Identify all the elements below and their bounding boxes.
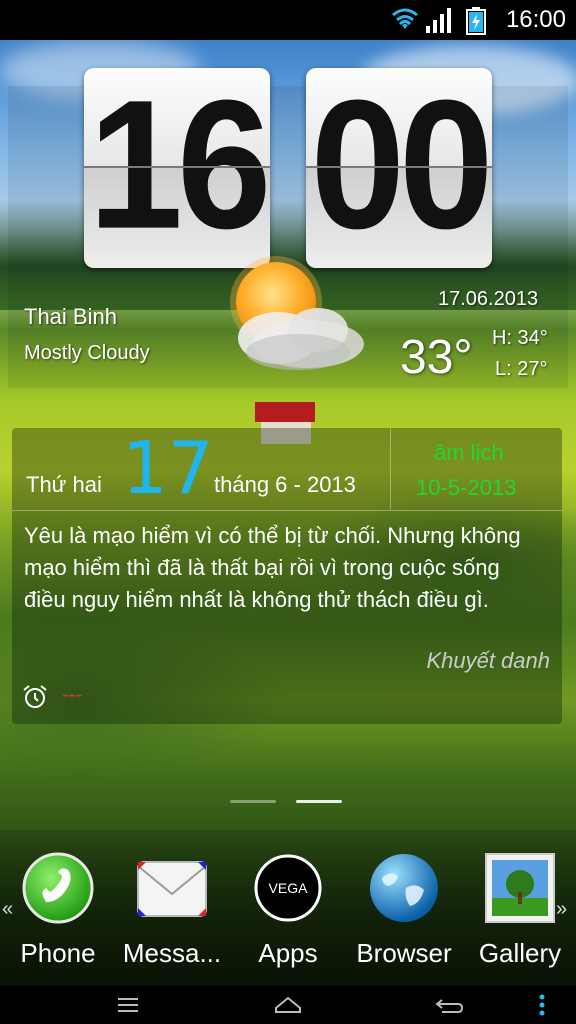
- calendar-day: 17: [122, 426, 214, 510]
- more-options-icon[interactable]: [502, 986, 576, 1024]
- globe-icon: [370, 854, 438, 922]
- dock-app-label: Gallery: [478, 938, 562, 968]
- home-icon[interactable]: [248, 986, 328, 1024]
- lunar-date: 10-5-2013: [416, 475, 517, 500]
- quote-author: Khuyết danh: [426, 648, 550, 673]
- alarm-clock-icon[interactable]: [22, 684, 48, 710]
- dock-app-browser[interactable]: Browser: [346, 852, 462, 978]
- svg-text:VEGA: VEGA: [269, 880, 309, 896]
- gallery-icon: [485, 853, 555, 923]
- lunar-calendar-label: âm lịch: [434, 440, 504, 465]
- calendar-weekday: Thứ hai: [26, 472, 102, 497]
- status-time: 16:00: [505, 6, 566, 33]
- messaging-icon: [137, 861, 207, 917]
- flip-divider: [306, 166, 492, 168]
- weather-date: 17.06.2013: [438, 288, 539, 310]
- signal-icon: [426, 8, 451, 33]
- back-icon[interactable]: [408, 986, 488, 1024]
- quote-text: Yêu là mạo hiểm vì có thể bị từ chối. Nh…: [24, 523, 521, 612]
- menu-icon[interactable]: [88, 986, 168, 1024]
- weather-city: Thai Binh: [24, 304, 117, 329]
- current-temperature: 33°: [400, 331, 473, 384]
- battery-charging-icon: [466, 7, 486, 35]
- divider: [12, 510, 562, 511]
- partly-cloudy-icon[interactable]: [218, 252, 368, 384]
- status-bar[interactable]: 16:00: [0, 0, 576, 40]
- vega-apps-icon: VEGA: [254, 854, 322, 922]
- temperature-low: L: 27°: [495, 358, 548, 380]
- clock-hours-card[interactable]: 16: [84, 68, 270, 268]
- dock-app-apps[interactable]: VEGA Apps: [230, 852, 346, 978]
- page-indicator: [230, 800, 276, 803]
- phone-icon: [22, 852, 94, 924]
- wifi-icon: [392, 8, 418, 29]
- alarm-time: ---: [62, 684, 82, 706]
- clock-hours: 16: [88, 68, 270, 268]
- clock-minutes-card[interactable]: 00: [306, 68, 492, 268]
- weather-condition: Mostly Cloudy: [24, 342, 150, 364]
- navigation-bar: [0, 986, 576, 1024]
- clock-minutes: 00: [310, 68, 492, 268]
- flip-divider: [84, 166, 270, 168]
- dock-app-phone[interactable]: Phone: [0, 852, 116, 978]
- divider: [390, 428, 391, 510]
- dock-app-messaging[interactable]: Messa...: [114, 852, 230, 978]
- calendar-month-year: tháng 6 - 2013: [214, 472, 356, 497]
- dock-app-gallery[interactable]: Gallery: [462, 852, 576, 978]
- temperature-high: H: 34°: [492, 327, 548, 349]
- page-indicator-active: [296, 800, 342, 803]
